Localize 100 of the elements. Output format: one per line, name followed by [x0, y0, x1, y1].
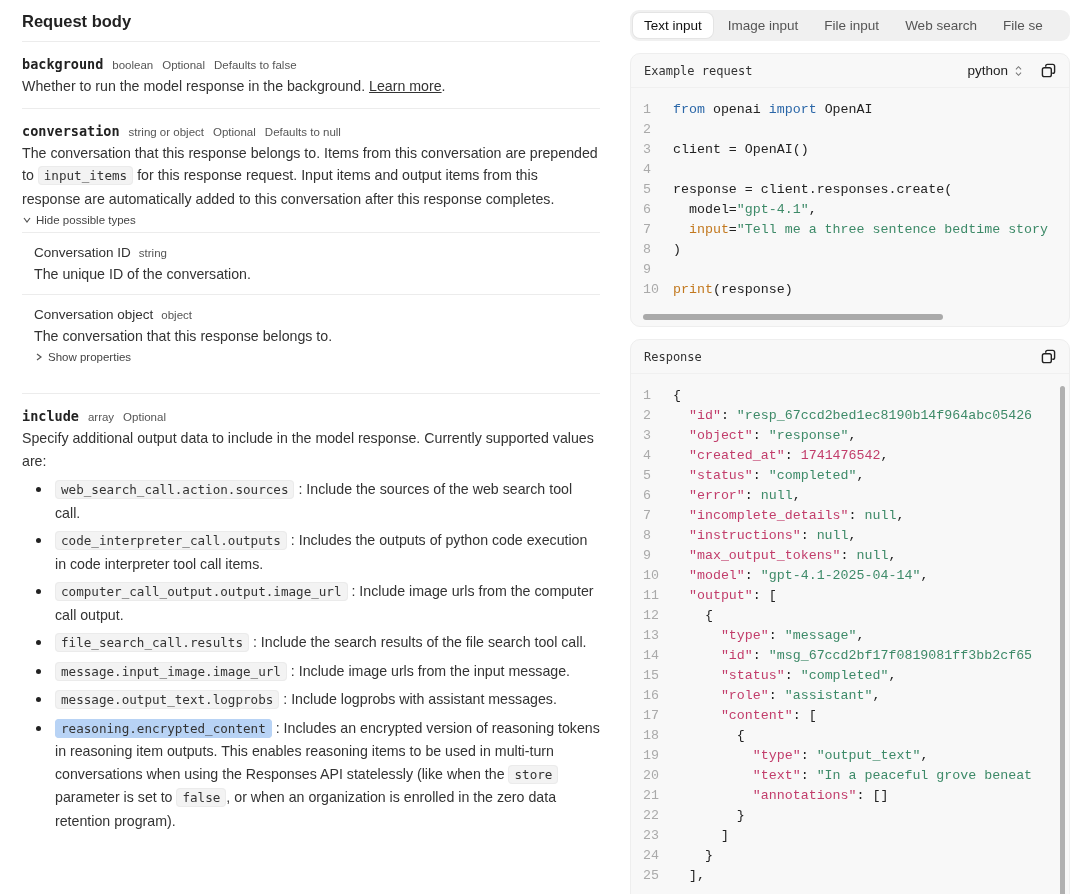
parameter-meta: Defaults to false — [214, 59, 297, 71]
line-number: 7 — [643, 507, 652, 525]
parameter-name: include — [22, 408, 79, 424]
value-description: file_search_call.results : Include the search results of the file search tool call. — [55, 631, 587, 655]
bullet-icon — [36, 487, 41, 492]
copy-icon — [1041, 349, 1056, 364]
parameter-name: background — [22, 56, 104, 72]
inline-code: file_search_call.results — [55, 633, 249, 652]
example-tab[interactable]: Text input — [633, 13, 713, 38]
line-number: 19 — [643, 747, 660, 765]
code-line: "created_at": 1741476542, — [687, 447, 889, 465]
parameter-description: The conversation that this response belongs to. Items from this conversation are prepended to input_items for this response request. Input items and output items from this response are automatically added to this conversation after this response completes. — [22, 143, 599, 209]
line-number: 7 — [643, 221, 652, 239]
line-number: 14 — [643, 647, 660, 665]
copy-icon — [1041, 63, 1056, 78]
code-line: "text": "In a peaceful grove beneat — [751, 767, 1033, 785]
value-description: message.output_text.logprobs : Include logprobs with assistant messages. — [55, 688, 557, 712]
code-line: } — [735, 807, 745, 825]
line-number: 24 — [643, 847, 660, 865]
types-toggle[interactable]: Hide possible types — [22, 214, 136, 226]
code-line: "model": "gpt-4.1-2025-04-14", — [687, 567, 929, 585]
code-line: { — [735, 727, 745, 745]
code-line: client = OpenAI() — [673, 141, 809, 159]
inline-code: input_items — [37, 166, 134, 185]
inline-code: code_interpreter_call.outputs — [55, 531, 287, 550]
section-title: Request body — [22, 12, 600, 42]
learn-more-link[interactable]: Learn more — [369, 78, 442, 94]
parameter-meta: string or object — [128, 125, 204, 138]
type-kind: string — [138, 247, 167, 259]
code-line: "object": "response", — [687, 427, 857, 445]
code-line: } — [703, 847, 713, 865]
line-number: 5 — [643, 181, 652, 199]
line-number: 8 — [643, 241, 652, 259]
bullet-icon — [36, 725, 41, 731]
inline-code: false — [176, 788, 227, 807]
line-number: 10 — [643, 567, 660, 585]
line-number: 20 — [643, 767, 660, 785]
parameter-meta: array — [87, 411, 115, 423]
code-line: ], — [687, 867, 705, 885]
inline-code: web_search_call.action.sources — [55, 480, 295, 499]
code-line: "status": "completed", — [719, 667, 897, 685]
example-tab[interactable]: Image input — [716, 13, 810, 38]
code-line: ] — [719, 827, 729, 845]
properties-toggle[interactable]: Show properties — [34, 351, 132, 363]
line-number: 4 — [643, 447, 652, 465]
bullet-icon — [36, 640, 41, 645]
inline-code: store — [508, 764, 559, 784]
line-number: 18 — [643, 727, 660, 745]
line-number: 6 — [643, 201, 652, 219]
type-description: The conversation that this response belongs to. — [34, 326, 334, 346]
bullet-icon — [36, 589, 41, 594]
parameter-description: Specify additional output data to include in the model response. Currently supported values are: — [22, 429, 595, 471]
line-number: 15 — [643, 667, 660, 685]
line-number: 4 — [643, 161, 652, 179]
line-number: 6 — [643, 487, 652, 505]
value-description: computer_call_output.output.image_url : Include image urls from the computer call output. — [55, 581, 595, 625]
code-line: input="Tell me a three sentence bedtime story — [687, 221, 1049, 239]
line-number: 22 — [643, 807, 660, 825]
code-line: model="gpt-4.1", — [687, 201, 817, 219]
code-line: ) — [673, 241, 681, 259]
code-line: "annotations": [] — [751, 787, 889, 805]
parameter-description: Whether to run the model response in the background. Learn more. — [22, 77, 447, 96]
parameter-meta: Defaults to null — [264, 125, 341, 138]
inline-code: computer_call_output.output.image_url — [55, 582, 348, 601]
chevron-icon — [22, 215, 32, 225]
parameter-name: conversation — [22, 122, 120, 139]
horizontal-scrollbar[interactable] — [643, 314, 943, 320]
line-number: 9 — [643, 547, 652, 565]
code-line: "error": null, — [687, 487, 801, 505]
copy-button[interactable] — [1041, 349, 1056, 364]
value-description: reasoning.encrypted_content : Includes an encrypted version of reasoning tokens in reasoning item outputs. This enables reasoning items to be used in multi-turn conversations when using the Responses API statelessly (like when the store parameter is set to false , or when an organization is enrolled in the zero data retention program). — [55, 717, 600, 831]
panel-title: Response — [644, 349, 703, 364]
example-tab[interactable]: File input — [813, 13, 891, 38]
vertical-scrollbar[interactable] — [1060, 386, 1065, 894]
code-line: { — [703, 607, 713, 625]
example-tab[interactable]: File se — [991, 13, 1054, 38]
inline-code: message.input_image.image_url — [55, 661, 287, 681]
parameter-meta: Optional — [213, 125, 256, 138]
line-number: 11 — [643, 587, 660, 605]
code-line: "status": "completed", — [687, 467, 865, 485]
code-line: response = client.responses.create( — [673, 181, 953, 199]
parameter-meta: boolean — [112, 59, 154, 71]
code-line: "type": "output_text", — [751, 747, 929, 765]
copy-button[interactable] — [1041, 63, 1056, 78]
code-line: "max_output_tokens": null, — [687, 547, 897, 565]
type-name: Conversation ID — [34, 245, 131, 260]
line-number: 23 — [643, 827, 660, 845]
chevron-icon — [34, 352, 44, 362]
example-tab[interactable]: Web search — [894, 13, 988, 38]
type-name: Conversation object — [34, 306, 154, 322]
value-description: code_interpreter_call.outputs : Includes the outputs of python code execution in code interpreter tool call items. — [55, 530, 589, 574]
code-line: { — [673, 387, 681, 405]
value-description: web_search_call.action.sources : Include the sources of the web search tool call. — [55, 479, 574, 523]
line-number: 3 — [643, 427, 652, 445]
parameter-meta: Optional — [162, 59, 206, 71]
code-line: "role": "assistant", — [719, 687, 881, 705]
line-number: 9 — [643, 261, 652, 279]
code-line: "id": "resp_67ccd2bed1ec8190b14f964abc05426 — [687, 407, 1033, 425]
language-select[interactable]: python — [967, 63, 1023, 78]
line-number: 25 — [643, 867, 660, 885]
